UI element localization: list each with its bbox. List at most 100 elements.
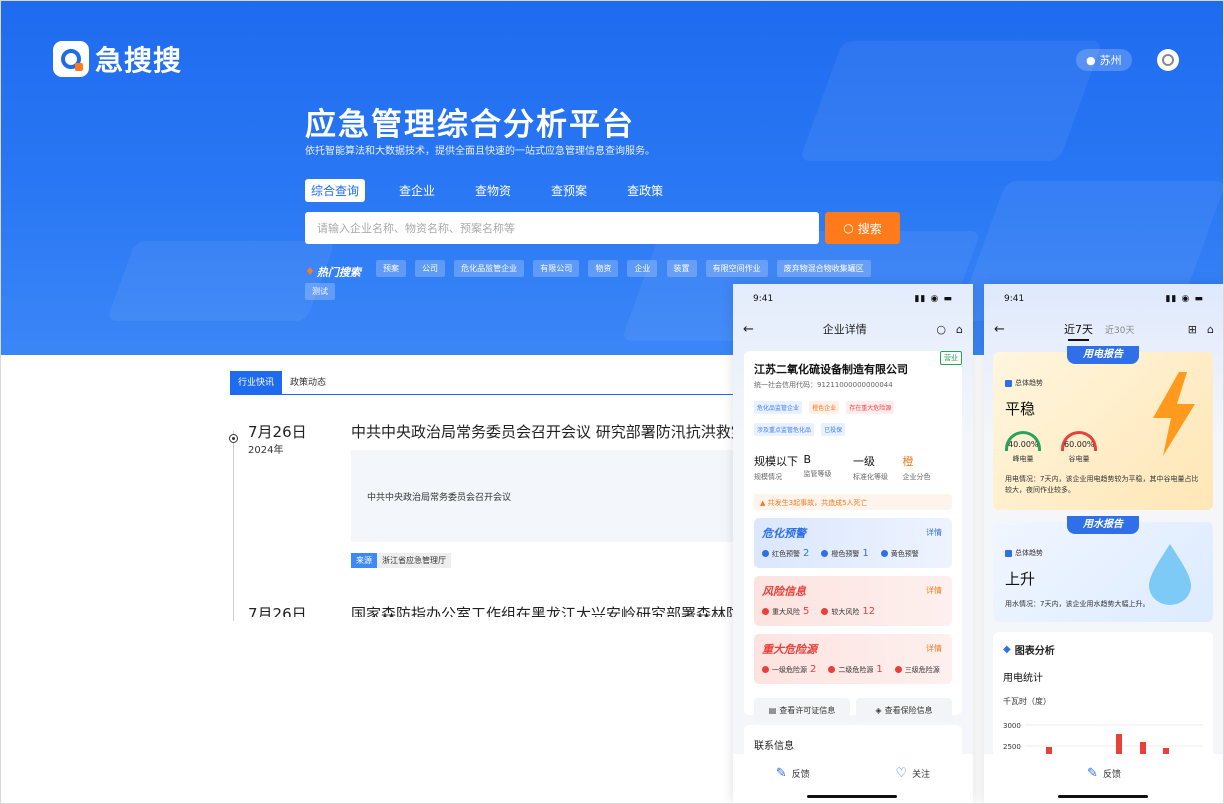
- tab-materials[interactable]: 查物资: [469, 179, 517, 202]
- trend-icon: [1005, 379, 1012, 387]
- home-icon[interactable]: ⌂: [956, 323, 963, 336]
- stat-level: B 监管等级: [803, 453, 832, 478]
- hot-tag[interactable]: 废弃物混合物收集罐区: [776, 260, 871, 277]
- hot-tag[interactable]: 企业: [627, 260, 658, 277]
- status-badge: 营业: [940, 351, 962, 365]
- chart-icon: ◆: [1003, 644, 1011, 655]
- company-card: 营业 江苏二氧化硫设备制造有限公司 统一社会信用代码：9121100000000…: [744, 351, 962, 722]
- pen-icon: ✎: [1087, 766, 1098, 781]
- follow-button[interactable]: ♡ 关注: [895, 766, 930, 781]
- home-indicator: [807, 795, 897, 798]
- hot-tag[interactable]: 测试: [305, 283, 335, 300]
- back-arrow-icon[interactable]: ←: [743, 322, 763, 337]
- hazmat-warning-section[interactable]: 危化预警 详情 红色预警 2 橙色预警 1 黄色预警: [754, 518, 952, 568]
- tab-30-days[interactable]: 近30天: [1105, 323, 1178, 336]
- hot-tag[interactable]: 公司: [415, 260, 446, 277]
- source-label: 来源: [351, 553, 377, 568]
- risk-icon: [821, 608, 829, 615]
- license-button[interactable]: ▤ 查看许可证信息: [754, 698, 850, 722]
- tab-comprehensive[interactable]: 综合查询: [305, 179, 366, 202]
- lightning-bolt-icon: [1153, 372, 1195, 456]
- nav-title: 企业详情: [822, 323, 867, 336]
- nav-bar: ← 近7天 近30天 ⊞ ⌂: [984, 312, 1223, 346]
- hot-tag[interactable]: 装置: [666, 260, 697, 277]
- electric-report-ribbon: 用电报告: [1067, 346, 1139, 364]
- company-tag: 已投保: [821, 423, 846, 436]
- phone-energy-report: 9:41 ▮▮ ◉ ▬ ← 近7天 近30天 ⊞ ⌂ 用电报告 总体趋势 平稳 …: [984, 284, 1223, 803]
- peak-gauge: 40.00% 峰电量: [1005, 431, 1041, 464]
- alert-icon: [762, 550, 769, 557]
- tab-industry-news[interactable]: 行业快讯: [230, 371, 283, 394]
- search-button[interactable]: ○ 搜索: [825, 212, 900, 244]
- search-input[interactable]: [305, 212, 819, 244]
- city-selector[interactable]: ● 苏州: [1076, 49, 1132, 71]
- news-year: 2024年: [248, 445, 284, 456]
- tab-policy[interactable]: 查政策: [621, 179, 669, 202]
- news-source: 来源 浙江省应急管理厅: [351, 553, 451, 568]
- major-hazard-section[interactable]: 重大危险源 详情 一级危险源 2 二级危险源 1 三级危险源: [754, 634, 952, 684]
- logo-icon: [53, 41, 89, 77]
- y-tick: 2500: [1003, 743, 1021, 751]
- detail-link[interactable]: 详情: [926, 585, 942, 596]
- tab-policy-news[interactable]: 政策动态: [282, 371, 334, 394]
- news-summary: 中共中央政治局常务委员会召开会议: [351, 450, 741, 542]
- home-indicator: [1058, 795, 1148, 798]
- hot-tag[interactable]: 有限公司: [533, 260, 580, 277]
- search-icon[interactable]: ○: [936, 323, 946, 336]
- hot-tag[interactable]: 预案: [375, 260, 406, 277]
- pen-icon: ✎: [775, 766, 787, 781]
- electric-desc: 用电情况：7天内，该企业用电趋势较为平稳，其中谷电量占比较大，夜间作业较多。: [1005, 475, 1199, 494]
- risk-icon: [762, 608, 769, 615]
- city-label: 苏州: [1099, 54, 1122, 67]
- tab-enterprise[interactable]: 查企业: [393, 179, 441, 202]
- hot-tag[interactable]: 有限空间作业: [705, 260, 768, 277]
- detail-link[interactable]: 详情: [926, 643, 942, 654]
- document-icon: ▤: [768, 705, 777, 715]
- hot-tag[interactable]: 危化品监管企业: [454, 260, 525, 277]
- feedback-button[interactable]: ✎ 反馈: [1087, 766, 1121, 781]
- signal-wifi-battery-icon: ▮▮ ◉ ▬: [1165, 294, 1204, 304]
- source-value: 浙江省应急管理厅: [377, 553, 451, 568]
- news-title[interactable]: 国家森防指办公室工作组在黑龙江大兴安岭研究部署森林防灭火工作: [351, 603, 741, 617]
- chart-analysis-card: ◆ 图表分析 用电统计 千瓦时（度） 3000 2500: [993, 632, 1213, 762]
- location-pin-icon: ●: [1086, 53, 1096, 67]
- page-title: 应急管理综合分析平台: [305, 107, 635, 143]
- feedback-button[interactable]: ✎ 反馈: [776, 766, 810, 781]
- home-icon[interactable]: ⌂: [1207, 323, 1214, 336]
- tab-7-days[interactable]: 近7天: [1064, 321, 1093, 341]
- search-button-label: 搜索: [857, 221, 882, 236]
- company-tag: 橙色企业: [809, 401, 840, 414]
- user-avatar[interactable]: [1157, 49, 1179, 71]
- status-bar: 9:41 ▮▮ ◉ ▬: [984, 284, 1223, 312]
- fire-icon: ♦: [305, 265, 315, 278]
- insurance-button[interactable]: ◈ 查看保险信息: [856, 698, 952, 722]
- hot-tag[interactable]: 物资: [588, 260, 619, 277]
- company-tag: 存在重大危险源: [846, 401, 895, 414]
- page-subtitle: 依托智能算法和大数据技术，提供全面且快速的一站式应急管理信息查询服务。: [305, 146, 655, 157]
- news-date: 7月26日: [248, 423, 307, 441]
- logo[interactable]: 急搜搜: [53, 39, 182, 79]
- chart-unit: 千瓦时（度）: [1003, 697, 1051, 706]
- alert-icon: [821, 550, 829, 557]
- valley-gauge: 60.00% 谷电量: [1061, 431, 1097, 464]
- accident-warning[interactable]: ▲ 共发生3起事故，共造成5人死亡: [754, 494, 952, 510]
- grid-icon[interactable]: ⊞: [1188, 323, 1197, 336]
- hazard-icon: [894, 666, 902, 673]
- news-tabs: 行业快讯 政策动态: [230, 371, 800, 395]
- news-title[interactable]: 中共中央政治局常务委员会召开会议 研究部署防汛抗洪救灾工作: [351, 421, 741, 442]
- hazard-icon: [762, 666, 769, 673]
- detail-link[interactable]: 详情: [926, 527, 942, 538]
- news-date: 7月26日: [248, 605, 307, 617]
- risk-info-section[interactable]: 风险信息 详情 重大风险 5 较大风险 12: [754, 576, 952, 626]
- status-bar: 9:41 ▮▮ ◉ ▬: [733, 284, 973, 312]
- back-arrow-icon[interactable]: ←: [994, 322, 1064, 337]
- hazard-icon: [828, 666, 836, 673]
- tab-plans[interactable]: 查预案: [545, 179, 593, 202]
- chart-subtitle: 用电统计: [1003, 673, 1043, 684]
- company-name: 江苏二氧化硫设备制造有限公司: [754, 363, 908, 376]
- water-report-ribbon: 用水报告: [1067, 516, 1139, 534]
- phone-company-detail: 9:41 ▮▮ ◉ ▬ ← 企业详情 ○ ⌂ 营业 江苏二氧化硫设备制造有限公司…: [733, 284, 973, 803]
- water-drop-icon: [1149, 544, 1191, 605]
- stat-standard: 一级 标准化等级: [853, 455, 888, 481]
- timeline-line: [233, 431, 234, 621]
